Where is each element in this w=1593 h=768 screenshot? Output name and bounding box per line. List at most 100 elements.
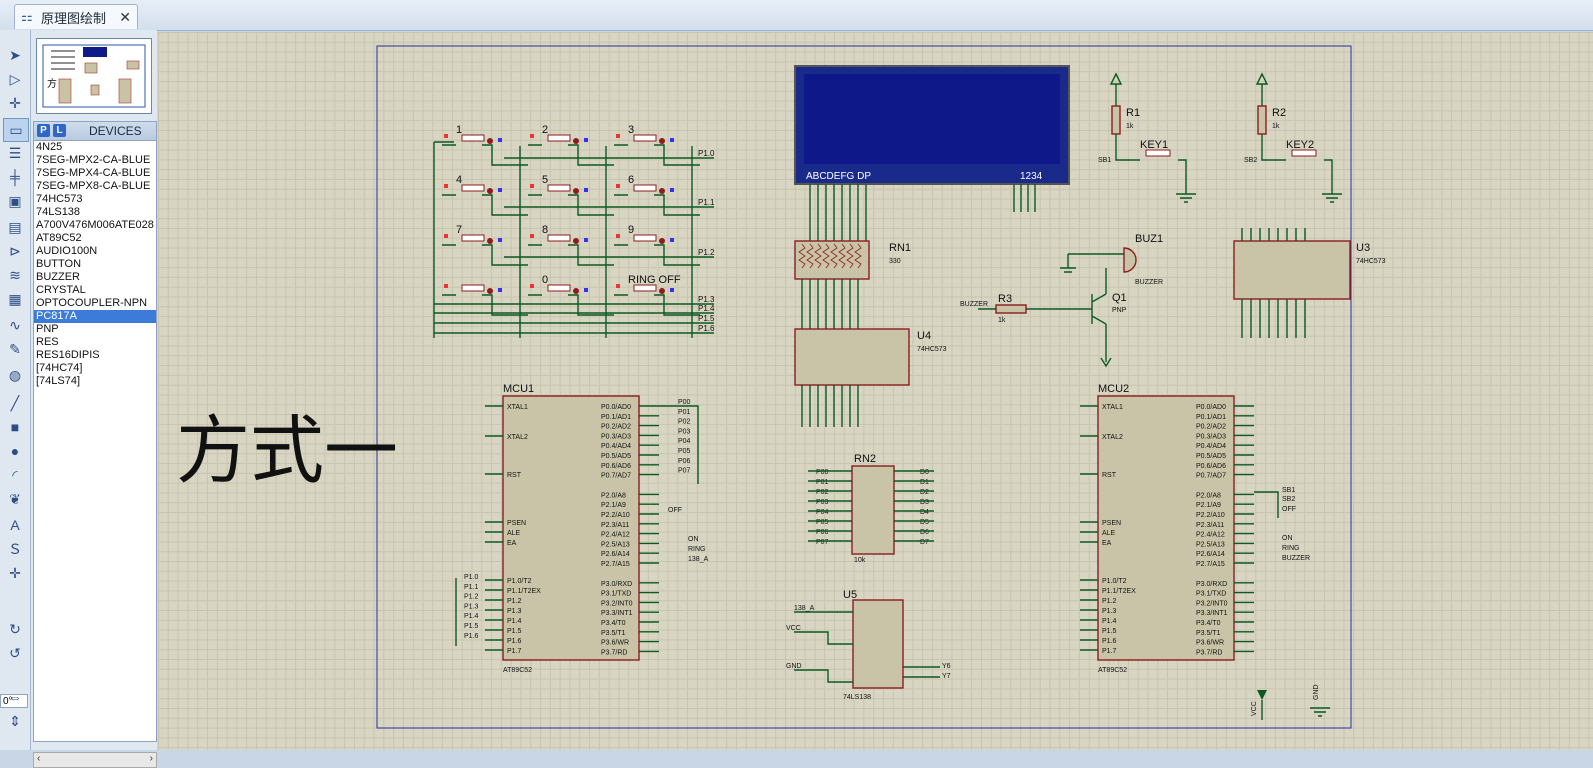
device-list-scrollbar[interactable]: ‹ › xyxy=(33,752,157,768)
pick-device-button[interactable]: P xyxy=(37,124,50,137)
mcu1-p0-net: P06 xyxy=(678,458,691,465)
device-list-item[interactable]: RES16DIPIS xyxy=(34,349,156,362)
close-tab-icon[interactable]: ✕ xyxy=(119,9,131,26)
device-pin-icon[interactable]: ⊳ xyxy=(3,240,27,262)
symbol-icon[interactable]: Ｓ xyxy=(3,538,27,560)
bus-icon[interactable]: ╪ xyxy=(3,166,27,188)
scroll-right-icon[interactable]: › xyxy=(150,753,153,764)
rn2-left-net: P01 xyxy=(816,479,829,486)
tab-schematic-capture[interactable]: ⚏ 原理图绘制 ✕ xyxy=(14,4,138,29)
scroll-left-icon[interactable]: ‹ xyxy=(37,753,40,764)
text-script-icon[interactable]: ☰ xyxy=(3,142,27,164)
schematic-drawing[interactable]: 方式一1 2 34 5 67 8 90 RING OFFP1.0P1.1P1.2P1.3P1.… xyxy=(158,32,1593,750)
key-contact xyxy=(659,238,665,244)
key-contact xyxy=(659,288,665,294)
device-list-item[interactable]: PC817A xyxy=(34,310,156,323)
device-list-item[interactable]: PNP xyxy=(34,323,156,336)
overview-preview[interactable]: 方 xyxy=(36,38,152,114)
rotate-clockwise-icon[interactable]: ↻ xyxy=(3,618,27,640)
junction-dot-icon[interactable]: ✛ xyxy=(3,92,27,114)
graph-icon[interactable]: ≋ xyxy=(3,264,27,286)
mirror-vertical-icon[interactable]: ⇕ xyxy=(3,710,27,732)
generator-icon[interactable]: ∿ xyxy=(3,314,27,336)
tape-recorder-icon[interactable]: ▦ xyxy=(3,288,27,310)
device-list-item[interactable]: A700V476M006ATE028 xyxy=(34,219,156,232)
mcu1-right-pin: P3.7/RD xyxy=(601,649,627,656)
virtual-instrument-icon[interactable]: ◍ xyxy=(3,364,27,386)
sb2-net: SB2 xyxy=(1244,157,1257,164)
rn2-left-net: P04 xyxy=(816,509,829,516)
rn1-value: 330 xyxy=(889,258,901,265)
device-list-item[interactable]: AUDIO100N xyxy=(34,245,156,258)
mcu1-left-pin: P1.0/T2 xyxy=(507,578,532,585)
mcu2-right-pin: P0.1/AD1 xyxy=(1196,414,1226,421)
device-list-item[interactable]: CRYSTAL xyxy=(34,284,156,297)
device-list-item[interactable]: BUTTON xyxy=(34,258,156,271)
device-list-item[interactable]: 7SEG-MPX4-CA-BLUE xyxy=(34,167,156,180)
port-label: P1.2 xyxy=(698,248,715,257)
device-list-item[interactable]: 7SEG-MPX8-CA-BLUE xyxy=(34,180,156,193)
key-contact xyxy=(659,138,665,144)
box-icon[interactable]: ■ xyxy=(3,416,27,438)
key-contact xyxy=(573,288,579,294)
key-contact xyxy=(487,238,493,244)
voltage-probe-icon[interactable]: ✎ xyxy=(3,338,27,360)
marker-icon[interactable]: ✛ xyxy=(3,562,27,584)
keypad-button xyxy=(547,184,571,192)
keypad-button xyxy=(547,134,571,142)
rn2-left-net: P05 xyxy=(816,519,829,526)
device-list-item[interactable]: BUZZER xyxy=(34,271,156,284)
device-list-item[interactable]: 4N25 xyxy=(34,141,156,154)
device-list-item[interactable]: 74HC573 xyxy=(34,193,156,206)
key-wire xyxy=(442,144,528,166)
mcu1-right-pin: P2.3/A11 xyxy=(601,522,629,529)
mirror-horizontal-icon[interactable]: ⇔ xyxy=(3,686,27,708)
key-label: 8 xyxy=(542,224,548,236)
circle-icon[interactable]: ● xyxy=(3,440,27,462)
key-label: 2 xyxy=(542,124,548,136)
mcu2-right-pin: P2.6/A14 xyxy=(1196,551,1225,558)
schematic-canvas[interactable]: 方式一 1 2 3 4 5 6 7 8 9 0 RING OFF P1.0 P1.1 P1.2 P1.3 P1.… xyxy=(158,32,1593,750)
rotate-anticlockwise-icon[interactable]: ↺ xyxy=(3,642,27,664)
device-list-item[interactable]: 74LS138 xyxy=(34,206,156,219)
mcu1-part: AT89C52 xyxy=(503,667,532,674)
component-mode-icon[interactable]: ▷ xyxy=(3,68,27,90)
rn2-left-net: P03 xyxy=(816,499,829,506)
key-label: 5 xyxy=(542,174,548,186)
device-list-item[interactable]: [74HC74] xyxy=(34,362,156,375)
keypad-button xyxy=(461,284,485,292)
device-list-item[interactable]: OPTOCOUPLER-NPN xyxy=(34,297,156,310)
arc-icon[interactable]: ◜ xyxy=(3,464,27,486)
mcu1-right-pin: P3.0/RXD xyxy=(601,581,632,588)
terminal-icon[interactable]: ▤ xyxy=(3,216,27,238)
mcu1-right-pin: P0.4/AD4 xyxy=(601,443,631,450)
path-icon[interactable]: ❦ xyxy=(3,488,27,510)
device-list[interactable]: 4N25 7SEG-MPX2-CA-BLUE 7SEG-MPX4-CA-BLUE 7S… xyxy=(33,140,157,742)
pin-marker xyxy=(444,184,448,188)
schematic-icon: ⚏ xyxy=(21,9,33,24)
line-icon[interactable]: ╱ xyxy=(3,392,27,414)
mcu2-right-pin: P3.1/TXD xyxy=(1196,591,1226,598)
mcu1-left-pin: PSEN xyxy=(507,520,526,527)
pin-marker xyxy=(530,234,534,238)
mcu1-right-pin: P0.5/AD5 xyxy=(601,453,631,460)
wire-label-icon[interactable]: ▭ xyxy=(3,118,29,142)
rn2-left-net: P07 xyxy=(816,539,829,546)
key-wire xyxy=(614,144,700,166)
device-list-item[interactable]: [74LS74] xyxy=(34,375,156,388)
device-list-item[interactable]: 7SEG-MPX2-CA-BLUE xyxy=(34,154,156,167)
mcu2-right-pin: P3.4/T0 xyxy=(1196,620,1221,627)
library-manager-button[interactable]: L xyxy=(53,124,66,137)
selection-mode-icon[interactable]: ➤ xyxy=(3,44,27,66)
device-list-item[interactable]: RES xyxy=(34,336,156,349)
left-panel: 方 P L DEVICES 4N25 7SEG-MPX2-CA-BLUE 7SEG-… xyxy=(31,30,157,768)
gnd-label: GND xyxy=(1313,684,1320,700)
text-icon[interactable]: A xyxy=(3,514,27,536)
pin-marker xyxy=(670,138,674,142)
u5-vcc-label: VCC xyxy=(786,625,801,632)
mcu2-right-pin: P0.4/AD4 xyxy=(1196,443,1226,450)
mcu2-right-pin: P0.7/AD7 xyxy=(1196,473,1226,480)
q1-part: PNP xyxy=(1112,307,1127,314)
subcircuit-icon[interactable]: ▣ xyxy=(3,190,27,212)
device-list-item[interactable]: AT89C52 xyxy=(34,232,156,245)
